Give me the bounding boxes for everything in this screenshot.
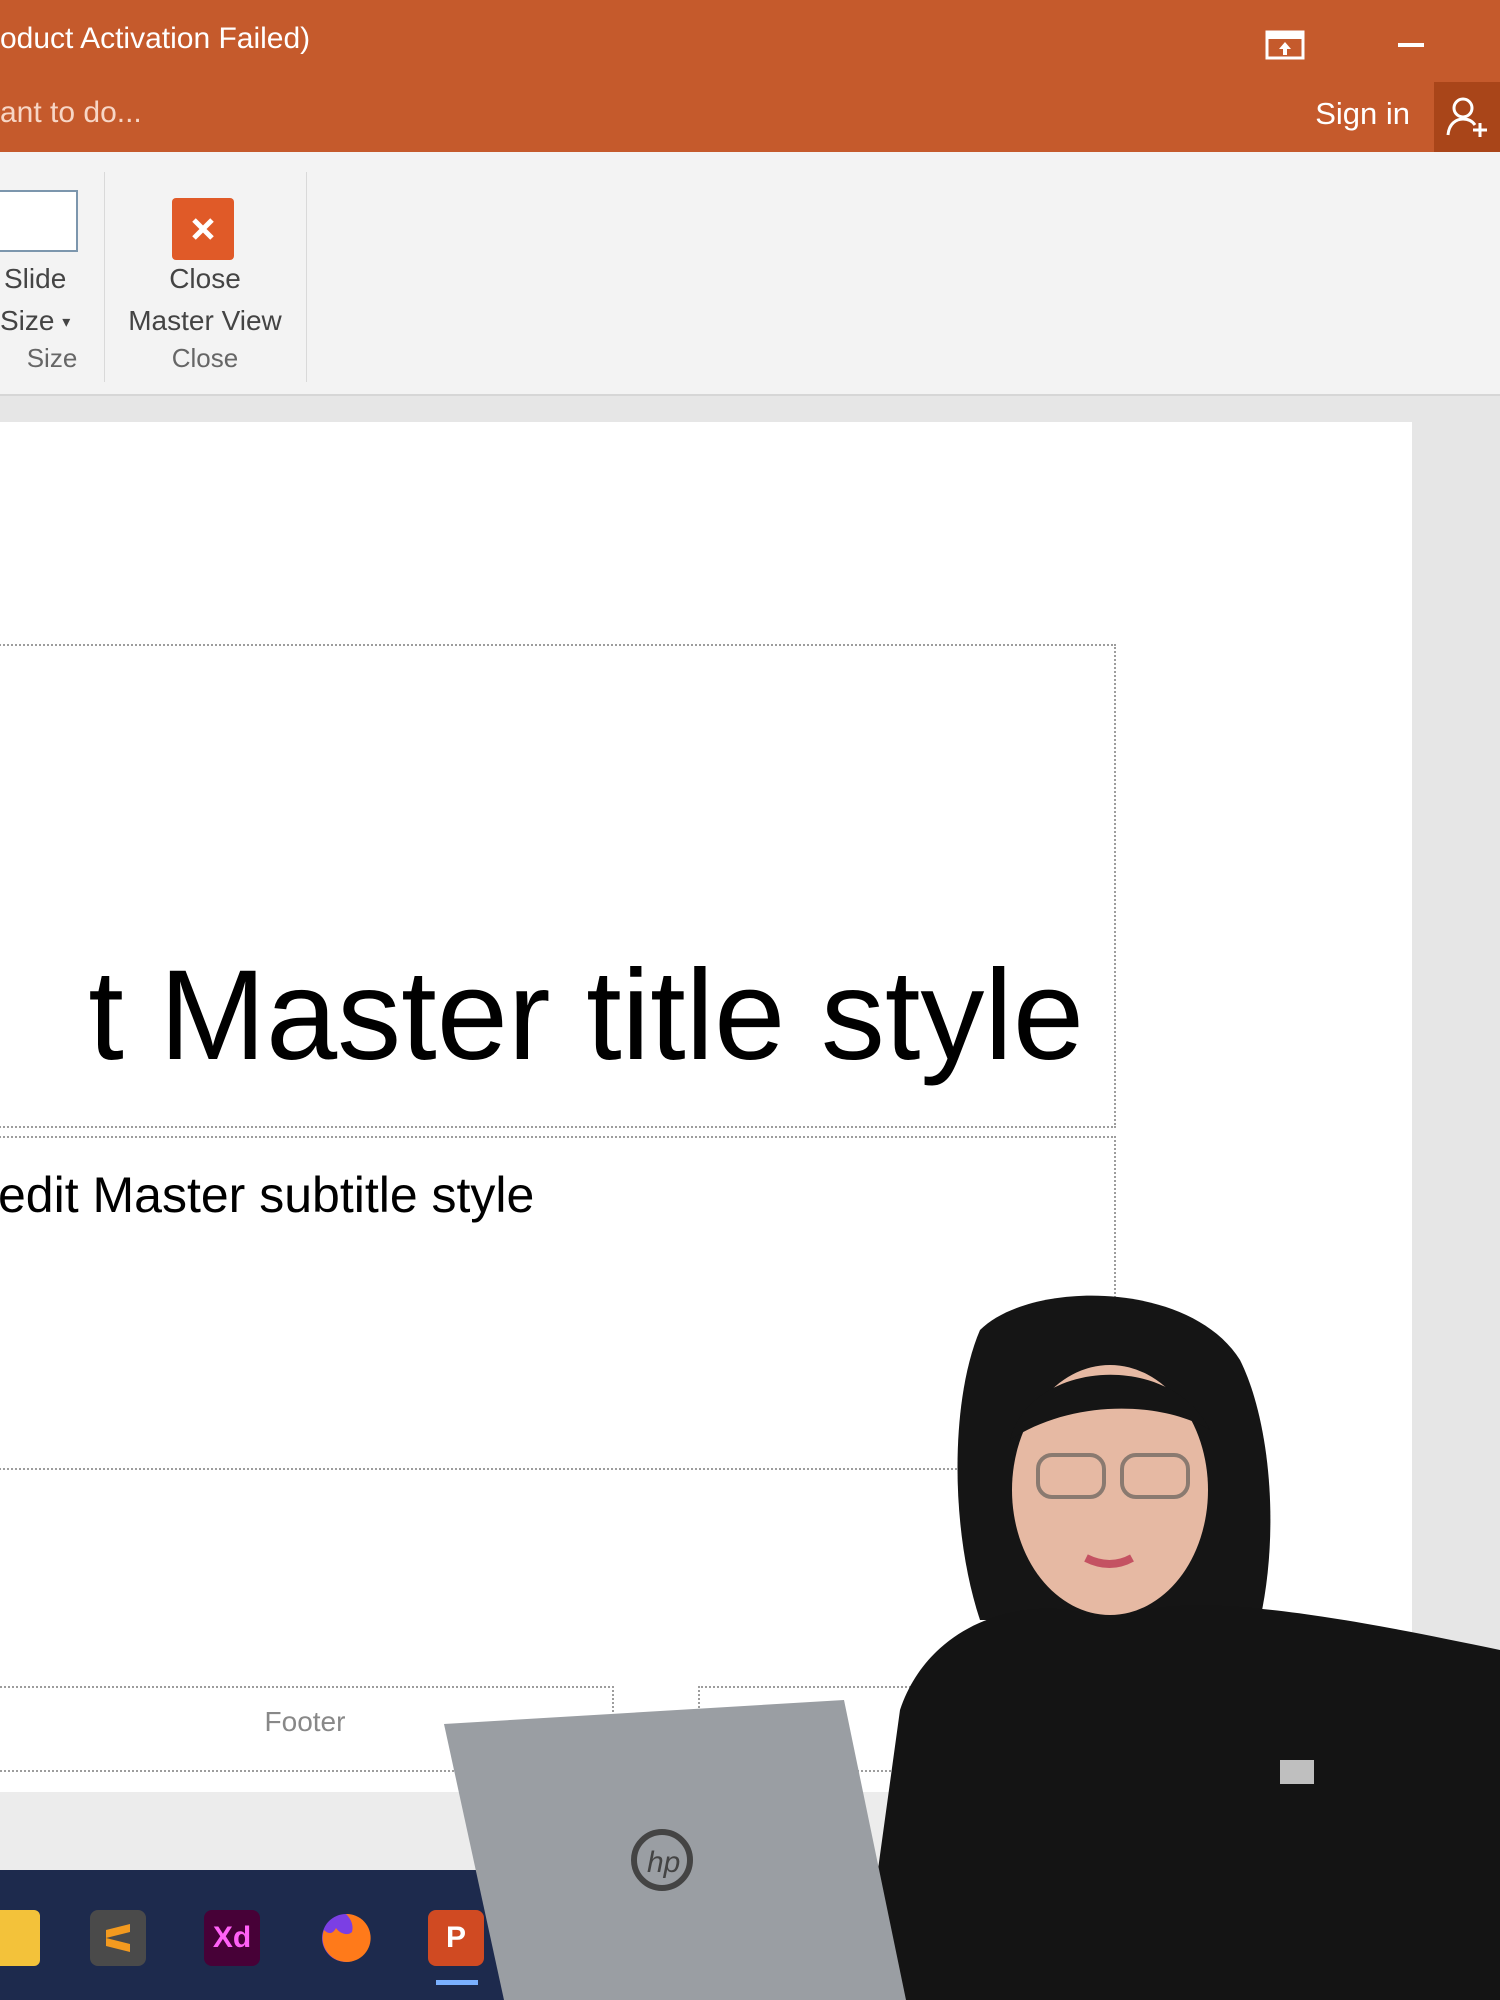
file-explorer-icon[interactable] (0, 1910, 40, 1966)
close-label-line1: Close (169, 263, 241, 294)
ribbon-group-close: Close Master View Close (104, 172, 307, 382)
sublime-logo-icon (106, 1924, 130, 1952)
sign-in-link[interactable]: Sign in (1315, 96, 1410, 132)
slide-size-icon (0, 190, 78, 252)
title-bar: oduct Activation Failed) ant to do... Si… (0, 0, 1500, 152)
add-user-icon (1446, 97, 1487, 137)
firefox-logo-icon (322, 1913, 371, 1962)
svg-text:hp: hp (647, 1846, 680, 1879)
group-label-size: Size (26, 343, 78, 373)
account-button[interactable] (1434, 82, 1500, 152)
group-label-close: Close (171, 343, 239, 373)
ribbon-group-size: Slide Size ▾ Size (0, 172, 105, 382)
ribbon: Slide Size ▾ Size Close Master View Clos… (0, 152, 1500, 396)
title-placeholder-text: t Master title style (88, 944, 1084, 1087)
title-placeholder[interactable]: t Master title style (0, 644, 1116, 1128)
close-label-line2: Master View (128, 305, 282, 336)
subtitle-placeholder-text: edit Master subtitle style (0, 1167, 535, 1223)
tell-me-search[interactable]: ant to do... (0, 96, 142, 130)
ribbon-display-options-button[interactable] (1250, 18, 1320, 72)
slide-size-button[interactable]: Slide Size ▾ (0, 172, 104, 352)
firefox-icon[interactable] (318, 1910, 374, 1966)
minimize-icon (1398, 43, 1424, 47)
close-master-view-button[interactable]: Close Master View (104, 172, 306, 352)
slide-size-label-line1: Slide (4, 263, 67, 294)
presenter-laptop: hp (444, 1700, 906, 2000)
close-master-view-icon (172, 198, 234, 260)
adobe-xd-icon[interactable]: Xd (204, 1910, 260, 1966)
adobe-xd-label: Xd (212, 1921, 252, 1954)
minimize-button[interactable] (1376, 18, 1446, 72)
presenter-webcam-overlay (860, 1295, 1500, 2000)
sublime-text-icon[interactable] (90, 1910, 146, 1966)
slide-size-label-line2: Size (0, 305, 55, 336)
chevron-down-icon: ▾ (62, 314, 71, 332)
window-title: oduct Activation Failed) (0, 22, 311, 55)
ribbon-display-icon (1265, 30, 1305, 60)
